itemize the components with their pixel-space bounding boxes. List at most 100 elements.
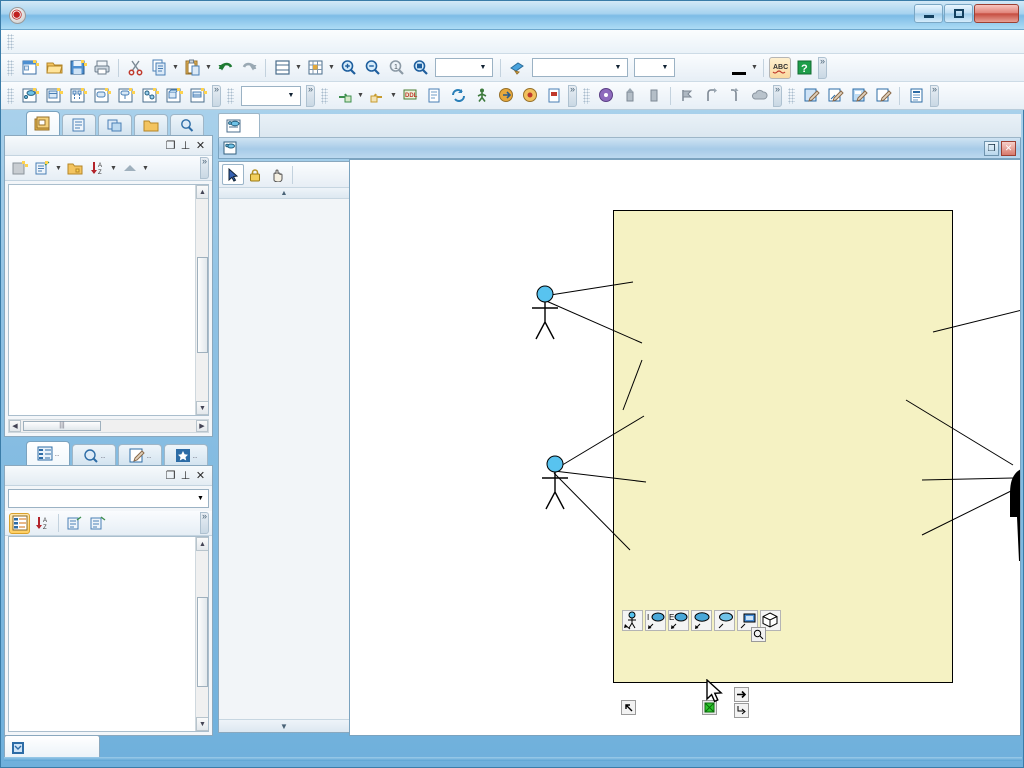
- tree-hscroll-thumb[interactable]: |||: [23, 421, 101, 431]
- fit-diagram-icon[interactable]: [271, 57, 293, 79]
- refactor-icon[interactable]: [495, 85, 517, 107]
- toolbar2c-overflow[interactable]: [568, 85, 577, 107]
- actor-inspector-assistant[interactable]: [520, 455, 590, 514]
- new-generalization-use-case-icon[interactable]: [691, 610, 712, 631]
- edit-doc-3-icon[interactable]: [848, 85, 870, 107]
- toolbar1-gripper[interactable]: [7, 60, 14, 76]
- zoom-level-combo[interactable]: ▼: [435, 58, 493, 77]
- view-mode-combo[interactable]: ▼: [241, 86, 301, 106]
- edit-doc-2-icon[interactable]: [824, 85, 846, 107]
- open-diagram-icon[interactable]: [32, 158, 53, 179]
- expand-all-icon[interactable]: [64, 513, 85, 534]
- new-actor-icon[interactable]: [622, 610, 643, 631]
- class-repository-tab[interactable]: [98, 114, 132, 135]
- zoom-100-icon[interactable]: 1: [385, 57, 407, 79]
- edit-doc-4-icon[interactable]: [872, 85, 894, 107]
- spell-check-icon[interactable]: ABC: [769, 57, 791, 79]
- chevron-down-icon[interactable]: ▼: [611, 59, 625, 76]
- toolbar2-gripper[interactable]: [7, 88, 14, 104]
- print-icon[interactable]: [91, 57, 113, 79]
- doc-icon[interactable]: [543, 85, 565, 107]
- chevron-down-icon[interactable]: ▼: [284, 87, 298, 104]
- property-scroll-thumb[interactable]: [197, 597, 208, 687]
- chevron-down-icon[interactable]: ▼: [193, 495, 208, 502]
- format-painter-icon[interactable]: [506, 57, 528, 79]
- actor-office-assistant[interactable]: [1005, 265, 1021, 324]
- sort-az-icon[interactable]: AZ: [32, 513, 53, 534]
- diagram-navigator-tab[interactable]: [26, 111, 60, 135]
- new-include-use-case-icon[interactable]: I: [645, 610, 666, 631]
- close-icon[interactable]: ✕: [193, 468, 208, 483]
- new-extend-use-case-icon[interactable]: E: [668, 610, 689, 631]
- menu-edit[interactable]: [40, 39, 62, 45]
- documentation-tab[interactable]: ..: [72, 444, 116, 465]
- pin-icon[interactable]: ⊥: [178, 468, 193, 483]
- restore-icon[interactable]: ❐: [163, 468, 178, 483]
- tree-scroll-down-button[interactable]: ▼: [196, 401, 209, 415]
- up-icon[interactable]: [619, 85, 641, 107]
- property-scroll-down-button[interactable]: ▼: [196, 717, 209, 731]
- help-icon[interactable]: ?: [793, 57, 815, 79]
- tree-scroll-right-button[interactable]: ▶: [196, 420, 208, 432]
- undo-icon[interactable]: [214, 57, 236, 79]
- save-project-icon[interactable]: [67, 57, 89, 79]
- collapse-all-icon[interactable]: [87, 513, 108, 534]
- report-doc-icon[interactable]: [905, 85, 927, 107]
- menu-tools[interactable]: [84, 39, 106, 45]
- sort-dropdown[interactable]: ▼: [109, 157, 118, 179]
- instant-reverse-arrow[interactable]: ▼: [356, 85, 365, 107]
- property-vertical-scrollbar[interactable]: ▲ ▼: [195, 537, 208, 731]
- actor-inspector[interactable]: [510, 285, 580, 344]
- paste-dropdown-arrow[interactable]: ▼: [204, 57, 213, 79]
- collapse-icon[interactable]: [119, 158, 140, 179]
- zoom-rect-icon[interactable]: [409, 57, 431, 79]
- tree-horizontal-scrollbar[interactable]: ◀ ||| ▶: [8, 419, 209, 433]
- font-size-combo[interactable]: ▼: [634, 58, 675, 77]
- resource-arrow-right-icon[interactable]: [734, 687, 749, 702]
- new-state-diagram-icon[interactable]: [91, 85, 113, 107]
- pin-icon[interactable]: ⊥: [178, 138, 193, 153]
- categorized-icon[interactable]: [9, 513, 30, 534]
- instant-generate-arrow[interactable]: ▼: [389, 85, 398, 107]
- property-tab[interactable]: ..: [26, 441, 70, 465]
- edit-doc-1-icon[interactable]: [800, 85, 822, 107]
- menu-view[interactable]: [62, 39, 84, 45]
- copy-dropdown-arrow[interactable]: ▼: [171, 57, 180, 79]
- menu-help[interactable]: [128, 39, 150, 45]
- branch-in-icon[interactable]: [724, 85, 746, 107]
- ddl-icon[interactable]: DDL: [399, 85, 421, 107]
- toolbar2e-gripper[interactable]: [788, 88, 795, 104]
- close-window-icon[interactable]: ✕: [1001, 141, 1016, 156]
- toolbar1-overflow[interactable]: [818, 57, 827, 79]
- collapse-dropdown[interactable]: ▼: [141, 157, 150, 179]
- toolbar2a-overflow[interactable]: [212, 85, 221, 107]
- new-activity-diagram-icon[interactable]: [115, 85, 137, 107]
- grid-dropdown-arrow[interactable]: ▼: [327, 57, 336, 79]
- redo-icon[interactable]: [238, 57, 260, 79]
- maximize-button[interactable]: [944, 4, 973, 23]
- flag-icon[interactable]: [676, 85, 698, 107]
- chevron-down-icon[interactable]: ▼: [658, 59, 672, 76]
- new-association-use-case-icon[interactable]: [714, 610, 735, 631]
- animate-icon[interactable]: [471, 85, 493, 107]
- bold-button[interactable]: [679, 57, 701, 79]
- property-element-combo[interactable]: ▼: [8, 489, 209, 508]
- tab-regular-inspection-use-case-diagram[interactable]: [218, 113, 260, 137]
- new-class-diagram-icon[interactable]: [43, 85, 65, 107]
- cd-icon[interactable]: [595, 85, 617, 107]
- restore-icon[interactable]: ❐: [163, 138, 178, 153]
- cut-icon[interactable]: [124, 57, 146, 79]
- open-diagram-dropdown[interactable]: ▼: [54, 157, 63, 179]
- search-tab[interactable]: [170, 114, 204, 135]
- grid-icon[interactable]: [304, 57, 326, 79]
- new-deployment-icon[interactable]: [163, 85, 185, 107]
- paste-icon[interactable]: [181, 57, 203, 79]
- instant-reverse-icon[interactable]: [333, 85, 355, 107]
- toolbar2e-overflow[interactable]: [930, 85, 939, 107]
- font-color-dropdown-arrow[interactable]: ▼: [750, 57, 759, 79]
- toolbar2b-gripper[interactable]: [227, 88, 234, 104]
- menu-file[interactable]: [18, 39, 40, 45]
- model-explorer-tab[interactable]: [62, 114, 96, 135]
- new-use-case-diagram-icon[interactable]: [19, 85, 41, 107]
- font-color-button[interactable]: [727, 57, 749, 79]
